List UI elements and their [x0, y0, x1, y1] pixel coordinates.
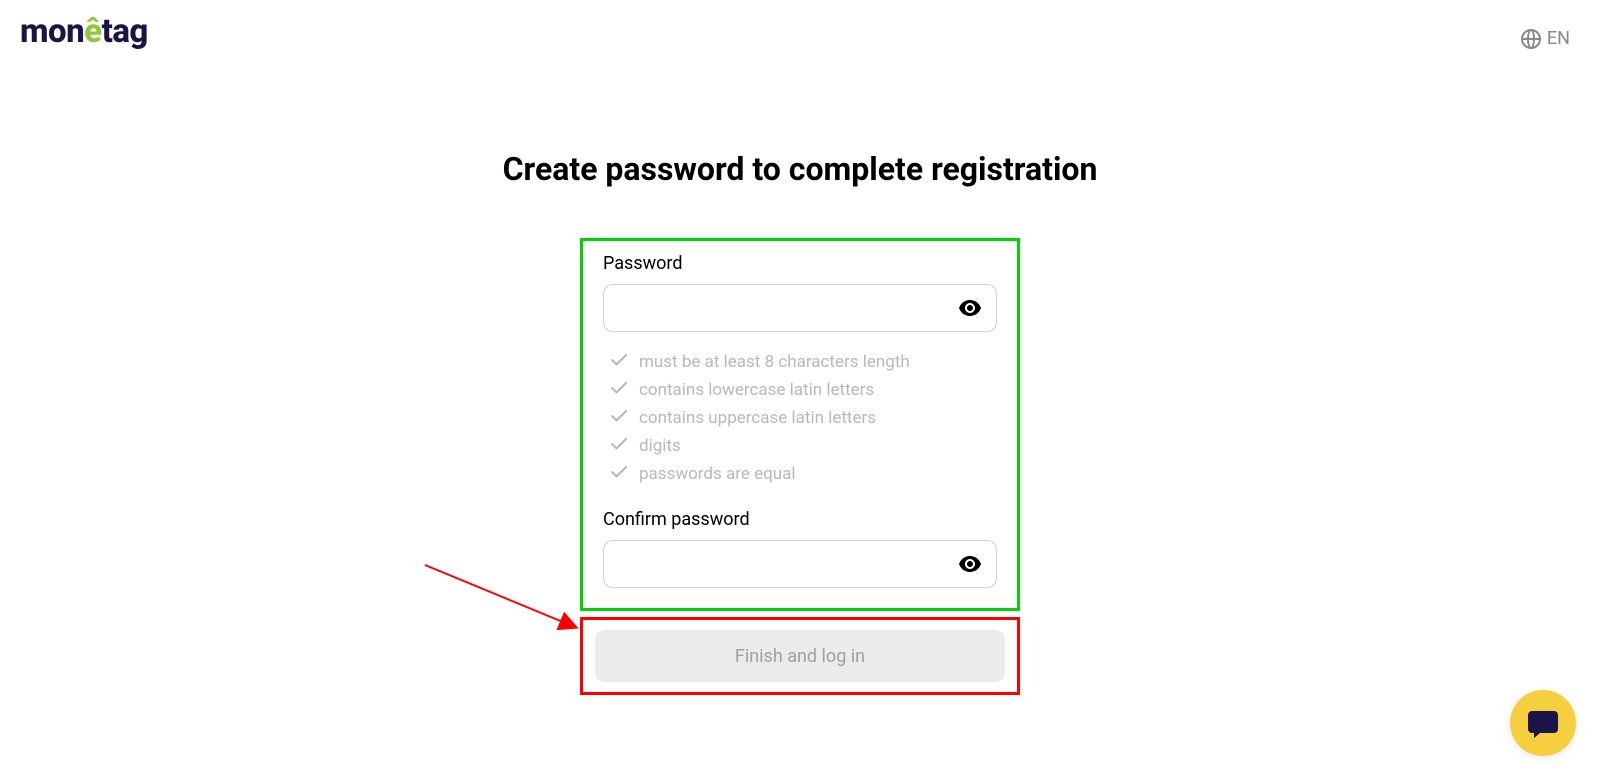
requirement-text: contains lowercase latin letters	[639, 380, 874, 400]
requirement-item: passwords are equal	[611, 464, 997, 484]
check-icon	[611, 438, 627, 454]
submit-button-container: Finish and log in	[580, 617, 1020, 695]
check-icon	[611, 354, 627, 370]
finish-button[interactable]: Finish and log in	[595, 630, 1005, 682]
chat-icon	[1526, 707, 1560, 739]
eye-icon[interactable]	[959, 556, 981, 572]
brand-logo: monêtag	[20, 12, 148, 51]
requirement-text: passwords are equal	[639, 464, 796, 484]
language-label: EN	[1547, 28, 1570, 49]
requirement-text: must be at least 8 characters length	[639, 352, 910, 372]
requirement-item: contains uppercase latin letters	[611, 408, 997, 428]
logo-accent: ê	[84, 12, 101, 51]
language-selector[interactable]: EN	[1521, 28, 1570, 49]
password-input-wrapper	[603, 284, 997, 332]
password-input[interactable]	[603, 284, 997, 332]
requirement-text: contains uppercase latin letters	[639, 408, 876, 428]
requirement-item: must be at least 8 characters length	[611, 352, 997, 372]
confirm-password-input[interactable]	[603, 540, 997, 588]
check-icon	[611, 466, 627, 482]
logo-text-after: tag	[102, 12, 148, 51]
chat-widget[interactable]	[1510, 690, 1576, 756]
eye-icon[interactable]	[959, 300, 981, 316]
confirm-password-label: Confirm password	[603, 509, 997, 530]
password-requirements: must be at least 8 characters length con…	[603, 352, 997, 484]
requirement-item: digits	[611, 436, 997, 456]
password-group: Password	[603, 253, 997, 332]
page-title: Create password to complete registration	[503, 150, 1098, 188]
confirm-password-input-wrapper	[603, 540, 997, 588]
password-form-container: Password must be at least 8 characters l…	[580, 238, 1020, 611]
main-content: Create password to complete registration…	[0, 0, 1600, 695]
password-label: Password	[603, 253, 997, 274]
requirement-item: contains lowercase latin letters	[611, 380, 997, 400]
check-icon	[611, 410, 627, 426]
check-icon	[611, 382, 627, 398]
requirement-text: digits	[639, 436, 681, 456]
globe-icon	[1521, 29, 1541, 49]
confirm-password-group: Confirm password	[603, 509, 997, 588]
logo-text-before: mon	[20, 12, 84, 51]
